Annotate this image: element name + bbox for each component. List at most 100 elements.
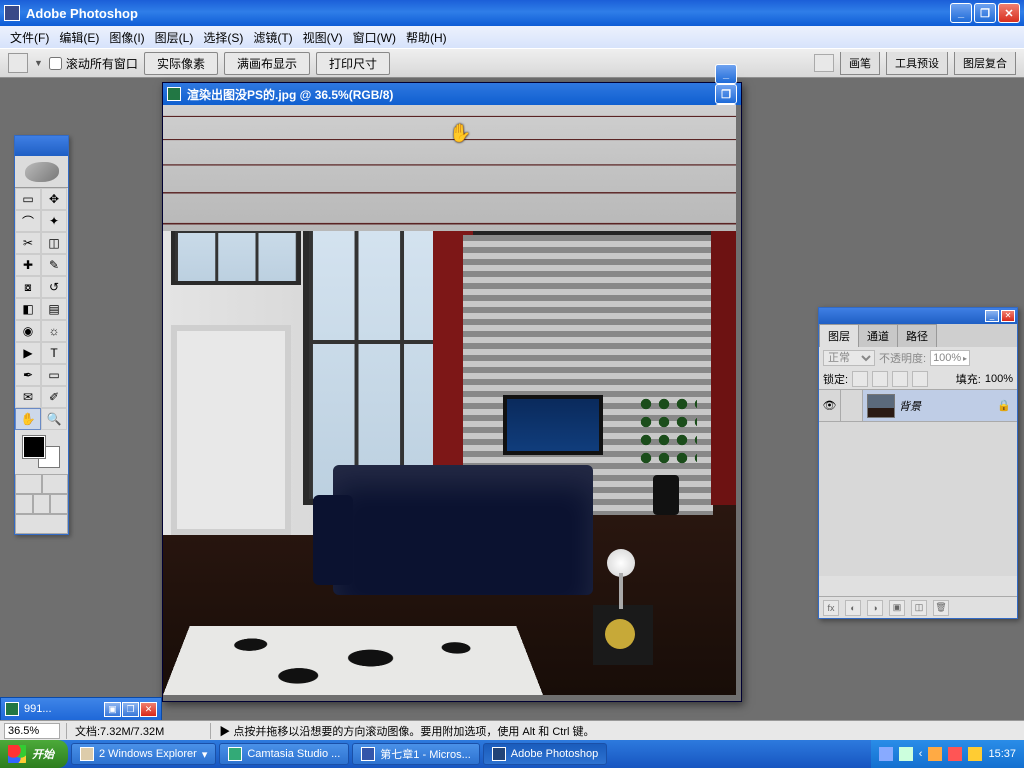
trash-icon[interactable]: 🗑	[933, 600, 949, 616]
close-button[interactable]: ✕	[998, 3, 1020, 23]
task-photoshop[interactable]: Adobe Photoshop	[483, 743, 607, 765]
new-layer-icon[interactable]: ◫	[911, 600, 927, 616]
menu-image[interactable]: 图像(I)	[105, 27, 148, 48]
zoom-field[interactable]: 36.5%	[4, 723, 60, 739]
link-column[interactable]	[841, 390, 863, 421]
layer-thumbnail[interactable]	[867, 394, 895, 418]
stamp-tool-icon[interactable]: ⧇	[15, 276, 41, 298]
panel-minimize-button[interactable]: _	[985, 310, 999, 322]
canvas-area[interactable]: ✋	[163, 105, 741, 701]
layer-row[interactable]: 👁 背景 🔒	[819, 390, 1017, 422]
doc-maximize-button[interactable]: ❐	[715, 84, 737, 104]
full-screen-icon[interactable]	[50, 494, 68, 514]
folder-icon[interactable]: ▣	[889, 600, 905, 616]
visibility-eye-icon[interactable]: 👁	[819, 390, 841, 421]
tray-icon[interactable]	[948, 747, 962, 761]
panel-close-button[interactable]: ✕	[1001, 310, 1015, 322]
lock-trans-icon[interactable]	[852, 371, 868, 387]
mask-icon[interactable]: ◐	[845, 600, 861, 616]
fit-screen-button[interactable]: 满画布显示	[224, 52, 310, 75]
eyedropper-tool-icon[interactable]: ✐	[41, 386, 67, 408]
history-brush-tool-icon[interactable]: ↺	[41, 276, 67, 298]
doc-minimize-button[interactable]: _	[715, 64, 737, 84]
mini-restore-button[interactable]: ▣	[104, 702, 121, 717]
menu-help[interactable]: 帮助(H)	[402, 27, 451, 48]
blur-tool-icon[interactable]: ◉	[15, 320, 41, 342]
tab-paths[interactable]: 路径	[897, 324, 937, 347]
fx-icon[interactable]: fx	[823, 600, 839, 616]
hand-tool-icon[interactable]	[8, 53, 28, 73]
jump-to-imageready-icon[interactable]	[15, 514, 68, 534]
opacity-field[interactable]: 100%	[930, 350, 970, 366]
maximize-button[interactable]: ❐	[974, 3, 996, 23]
mini-close-button[interactable]: ✕	[140, 702, 157, 717]
blend-mode-select[interactable]: 正常	[823, 350, 875, 366]
pen-tool-icon[interactable]: ✒	[15, 364, 41, 386]
hand-tool-icon[interactable]: ✋	[15, 408, 41, 430]
tray-icon[interactable]	[879, 747, 893, 761]
menu-layer[interactable]: 图层(L)	[151, 27, 198, 48]
doc-info[interactable]: 文档:7.32M/7.32M	[66, 723, 164, 739]
palette-well-icon[interactable]	[814, 54, 834, 72]
foreground-color-icon[interactable]	[23, 436, 45, 458]
zoom-tool-icon[interactable]: 🔍	[41, 408, 67, 430]
clock[interactable]: 15:37	[988, 748, 1016, 760]
path-select-tool-icon[interactable]: ▶	[15, 342, 41, 364]
menu-file[interactable]: 文件(F)	[6, 27, 53, 48]
quickmask-mode-icon[interactable]	[42, 474, 69, 494]
fill-field[interactable]: 100%	[985, 373, 1013, 385]
tray-icon[interactable]	[899, 747, 913, 761]
notes-tool-icon[interactable]: ✉	[15, 386, 41, 408]
tab-layers[interactable]: 图层	[819, 324, 859, 347]
layer-name[interactable]: 背景	[899, 398, 997, 414]
scroll-all-checkbox[interactable]	[49, 57, 62, 70]
task-word[interactable]: 第七章1 - Micros...	[352, 743, 479, 765]
brush-tool-icon[interactable]: ✎	[41, 254, 67, 276]
lock-pos-icon[interactable]	[892, 371, 908, 387]
toolbox-titlebar[interactable]	[15, 136, 68, 156]
minimize-button[interactable]: _	[950, 3, 972, 23]
tray-icon[interactable]	[968, 747, 982, 761]
tool-preset-dropdown-icon[interactable]: ▼	[34, 58, 43, 68]
standard-mode-icon[interactable]	[15, 474, 42, 494]
eraser-tool-icon[interactable]: ◧	[15, 298, 41, 320]
actual-pixels-button[interactable]: 实际像素	[144, 52, 218, 75]
system-tray[interactable]: ‹ 15:37	[871, 740, 1024, 768]
menu-filter[interactable]: 滤镜(T)	[249, 27, 296, 48]
task-explorer[interactable]: 2 Windows Explorer ▾	[71, 743, 216, 765]
slice-tool-icon[interactable]: ◫	[41, 232, 67, 254]
full-menubar-screen-icon[interactable]	[33, 494, 51, 514]
menu-view[interactable]: 视图(V)	[299, 27, 347, 48]
tray-chevron-icon[interactable]: ‹	[919, 748, 923, 760]
wand-tool-icon[interactable]: ✦	[41, 210, 67, 232]
fill-adj-icon[interactable]: ◑	[867, 600, 883, 616]
well-tab-tool-presets[interactable]: 工具预设	[886, 52, 948, 75]
heal-tool-icon[interactable]: ✚	[15, 254, 41, 276]
well-tab-brushes[interactable]: 画笔	[840, 52, 880, 75]
start-button[interactable]: 开始	[0, 740, 68, 768]
scroll-all-windows-checkbox[interactable]: 滚动所有窗口	[49, 55, 138, 72]
menu-select[interactable]: 选择(S)	[199, 27, 247, 48]
lock-image-icon[interactable]	[872, 371, 888, 387]
type-tool-icon[interactable]: T	[41, 342, 67, 364]
crop-tool-icon[interactable]: ✂	[15, 232, 41, 254]
mini-maximize-button[interactable]: ❐	[122, 702, 139, 717]
lock-all-icon[interactable]	[912, 371, 928, 387]
color-swatch[interactable]	[21, 434, 62, 470]
task-camtasia[interactable]: Camtasia Studio ...	[219, 743, 349, 765]
move-tool-icon[interactable]: ✥	[41, 188, 67, 210]
layers-titlebar[interactable]: _ ✕	[819, 308, 1017, 324]
print-size-button[interactable]: 打印尺寸	[316, 52, 390, 75]
shape-tool-icon[interactable]: ▭	[41, 364, 67, 386]
menu-window[interactable]: 窗口(W)	[349, 27, 400, 48]
marquee-tool-icon[interactable]: ▭	[15, 188, 41, 210]
standard-screen-icon[interactable]	[15, 494, 33, 514]
menu-edit[interactable]: 编辑(E)	[55, 27, 103, 48]
tray-icon[interactable]	[928, 747, 942, 761]
lasso-tool-icon[interactable]: ⌒	[15, 210, 41, 232]
document-titlebar[interactable]: 渲染出图没PS的.jpg @ 36.5%(RGB/8) _ ❐ ✕	[163, 83, 741, 105]
well-tab-layer-comps[interactable]: 图层复合	[954, 52, 1016, 75]
tab-channels[interactable]: 通道	[858, 324, 898, 347]
gradient-tool-icon[interactable]: ▤	[41, 298, 67, 320]
dodge-tool-icon[interactable]: ☼	[41, 320, 67, 342]
